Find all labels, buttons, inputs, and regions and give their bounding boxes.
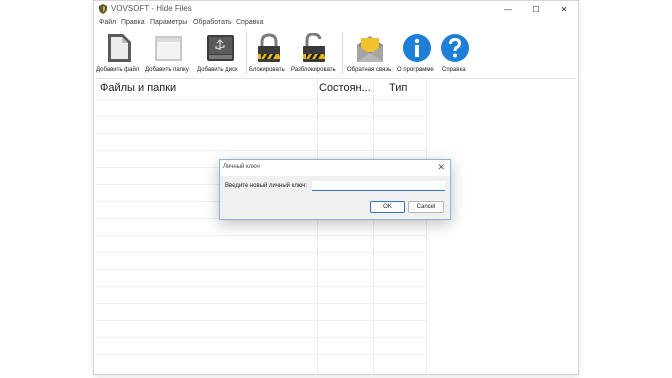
ok-button[interactable]: OK bbox=[370, 201, 405, 213]
row-divider bbox=[96, 116, 426, 117]
unlock-button[interactable]: Разблокировать bbox=[291, 30, 339, 77]
add-file-label: Добавить файл bbox=[96, 67, 140, 73]
menu-file[interactable]: Файл bbox=[99, 19, 116, 26]
row-divider bbox=[96, 303, 426, 304]
column-header-files[interactable]: Файлы и папки bbox=[100, 82, 176, 94]
app-shield-icon bbox=[99, 4, 107, 14]
cancel-button[interactable]: Cancel bbox=[408, 201, 444, 213]
window-title: VOVSOFT - Hide Files bbox=[111, 4, 192, 13]
folder-icon bbox=[155, 36, 182, 61]
add-disk-button[interactable]: Добавить диск bbox=[197, 30, 244, 77]
toolbar-separator bbox=[246, 32, 247, 74]
dialog-close-button[interactable]: ✕ bbox=[437, 162, 445, 173]
menu-edit[interactable]: Правка bbox=[121, 19, 145, 26]
row-divider bbox=[96, 269, 426, 270]
close-button[interactable]: ✕ bbox=[550, 1, 578, 18]
row-divider bbox=[96, 133, 426, 134]
lock-label: Блокировать bbox=[249, 67, 285, 73]
toolbar: Добавить файл Добавить папку Добавить ди… bbox=[94, 30, 578, 77]
row-divider bbox=[96, 320, 426, 321]
menu-bar: Файл Правка Параметры Обработать Справка bbox=[94, 18, 578, 30]
private-key-input[interactable] bbox=[312, 181, 445, 191]
add-folder-label: Добавить папку bbox=[145, 67, 189, 73]
row-divider bbox=[96, 150, 426, 151]
help-button[interactable]: Справка bbox=[440, 30, 470, 77]
feedback-button[interactable]: Обратная связь bbox=[347, 30, 395, 77]
row-divider bbox=[96, 286, 426, 287]
key-prompt-label: Введите новый личный ключ: bbox=[225, 183, 308, 189]
row-divider bbox=[96, 354, 426, 355]
row-divider bbox=[96, 337, 426, 338]
unlock-label: Разблокировать bbox=[291, 67, 336, 73]
envelope-icon bbox=[357, 36, 383, 62]
help-label: Справка bbox=[442, 67, 466, 73]
question-icon bbox=[441, 34, 469, 62]
file-list[interactable]: Файлы и папки Состоян... Тип bbox=[96, 78, 577, 373]
about-button[interactable]: О программе bbox=[397, 30, 437, 77]
column-header-status[interactable]: Состоян... bbox=[319, 82, 371, 94]
private-key-dialog: Личный ключ ✕ Введите новый личный ключ:… bbox=[219, 159, 451, 220]
menu-help[interactable]: Справка bbox=[236, 19, 263, 26]
menu-settings[interactable]: Параметры bbox=[150, 19, 187, 26]
add-disk-label: Добавить диск bbox=[197, 67, 238, 73]
column-divider[interactable] bbox=[426, 79, 427, 373]
add-folder-button[interactable]: Добавить папку bbox=[145, 30, 192, 77]
row-divider bbox=[96, 99, 426, 100]
about-label: О программе bbox=[397, 67, 434, 73]
usb-drive-icon bbox=[207, 35, 234, 61]
column-divider[interactable] bbox=[317, 79, 318, 373]
padlock-closed-icon bbox=[258, 33, 280, 62]
lock-button[interactable]: Блокировать bbox=[249, 30, 289, 77]
toolbar-separator bbox=[342, 32, 343, 74]
file-icon bbox=[108, 34, 131, 62]
padlock-open-icon bbox=[303, 33, 325, 62]
add-file-button[interactable]: Добавить файл bbox=[96, 30, 143, 77]
row-divider bbox=[96, 252, 426, 253]
minimize-button[interactable]: — bbox=[494, 1, 522, 18]
row-divider bbox=[96, 235, 426, 236]
info-icon bbox=[403, 34, 431, 62]
dialog-title-bar[interactable]: Личный ключ ✕ bbox=[220, 160, 450, 176]
column-header-type[interactable]: Тип bbox=[389, 82, 407, 94]
column-divider[interactable] bbox=[373, 79, 374, 373]
desktop: VOVSOFT - Hide Files — ☐ ✕ Файл Правка П… bbox=[0, 0, 672, 378]
menu-process[interactable]: Обработать bbox=[193, 19, 232, 26]
title-bar[interactable]: VOVSOFT - Hide Files — ☐ ✕ bbox=[94, 1, 578, 18]
maximize-button[interactable]: ☐ bbox=[522, 1, 550, 18]
feedback-label: Обратная связь bbox=[347, 67, 392, 73]
dialog-title: Личный ключ bbox=[223, 164, 260, 170]
